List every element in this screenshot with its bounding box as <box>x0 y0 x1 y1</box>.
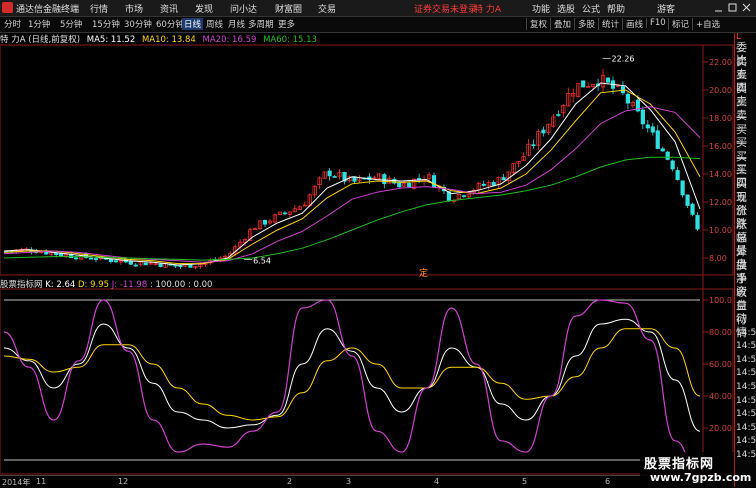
candle-body <box>178 265 183 267</box>
date-label: 5 <box>522 477 528 486</box>
candle-body <box>88 257 94 260</box>
osc-d-value: D: 9.95 <box>78 280 110 290</box>
marker-label: 定 <box>419 267 428 279</box>
candle-body <box>625 93 631 104</box>
candle-body <box>327 170 332 177</box>
candle-body <box>670 160 675 170</box>
candle-body <box>59 253 64 257</box>
quote-label: 14:5 <box>736 395 756 406</box>
candle-body <box>531 144 536 147</box>
osc-line-k <box>3 318 701 432</box>
candle-body <box>690 203 695 215</box>
candle-body <box>461 195 466 197</box>
osc-tick-label: 40.00 <box>709 392 732 401</box>
watermark-url: www.7gpzb.com <box>650 471 752 484</box>
oscillator-header: 股票指标网 K: 2.64 D: 9.95 J: -11.98 : 100.00… <box>0 278 212 290</box>
price-tick-label: 16.00 <box>709 142 732 151</box>
quote-label: 14:5 <box>736 409 756 420</box>
price-tick-label: 18.00 <box>709 114 732 123</box>
osc-levels: : 100.00 : 0.00 <box>149 280 213 290</box>
candle-body <box>397 182 402 188</box>
watermark-title: 股票指标网 <box>644 457 715 472</box>
osc-tick-label: 60.00 <box>709 360 732 369</box>
price-tick-label: 8.00 <box>709 254 727 263</box>
candle-body <box>54 252 59 256</box>
candle-body <box>645 124 650 129</box>
oscillator-name: 股票指标网 <box>0 280 43 290</box>
price-panel-frame <box>0 44 734 276</box>
close-icon[interactable] <box>742 3 751 12</box>
date-label: 3 <box>346 477 352 486</box>
candle-body <box>501 177 506 181</box>
candle-body <box>685 194 690 206</box>
quote-label: 14:5 <box>736 436 756 447</box>
price-tick-label: 12.00 <box>709 198 732 207</box>
date-axis: 2014年 11 12 2 3 4 5 6 <box>0 475 734 488</box>
candle-body <box>407 182 412 188</box>
candle-body <box>695 215 700 230</box>
date-label: 6 <box>605 477 611 486</box>
date-label: 2 <box>287 477 293 486</box>
price-tick-label: 14.00 <box>709 170 732 179</box>
osc-line-d <box>3 328 701 421</box>
candle-body <box>108 259 113 262</box>
candle-body <box>332 176 337 178</box>
candle-body <box>431 175 437 188</box>
osc-tick-label: 80.00 <box>709 328 732 337</box>
candle-body <box>556 114 561 116</box>
ma-line-ma60 <box>3 156 701 261</box>
candle-body <box>665 151 670 160</box>
candle-body <box>128 260 133 265</box>
candle-body <box>640 109 645 125</box>
candle-body <box>262 219 268 225</box>
quote-label: 14:5 <box>736 450 756 460</box>
chart-area[interactable]: 22.0020.0018.0016.0014.0012.0010.008.00 … <box>0 0 734 475</box>
quote-panel: L 委比 卖五 卖四 卖三 卖二 卖一 买一 买二 买三 买四 买五 现价 涨跌 涨幅 总量 外盘 换手 净资 收益… <box>734 33 756 487</box>
candle-body <box>481 183 486 186</box>
candle-body <box>491 182 496 186</box>
date-label: 11 <box>36 477 47 486</box>
candle-body <box>382 174 387 185</box>
candle-body <box>113 260 118 263</box>
candle-body <box>650 126 655 133</box>
quote-label: 14:5 <box>736 422 756 433</box>
candle-body <box>660 148 665 152</box>
low-price-label: 6.54 <box>253 256 271 265</box>
candle-body <box>581 80 586 88</box>
price-tick-label: 20.00 <box>709 86 732 95</box>
osc-tick-label: 20.00 <box>709 424 732 433</box>
date-label: 4 <box>434 477 440 486</box>
candle-body <box>417 177 422 180</box>
candle-body <box>143 262 148 266</box>
candle-body <box>158 263 163 267</box>
quote-label: 14:5 <box>736 368 756 379</box>
candle-body <box>541 129 546 134</box>
osc-panel-frame <box>0 288 734 475</box>
candle-body <box>282 212 287 215</box>
quote-label: 14:5 <box>736 341 756 352</box>
candle-body <box>605 77 611 83</box>
candle-body <box>680 180 685 196</box>
watermark: 股票指标网 www.7gpzb.com <box>640 452 751 487</box>
candle-body <box>133 264 138 267</box>
ma-line-ma20 <box>3 106 701 263</box>
price-tick-label: 10.00 <box>709 226 732 235</box>
candle-body <box>655 130 660 149</box>
candle-body <box>93 258 99 260</box>
quote-label: 14:5 <box>736 327 756 338</box>
osc-j-value: J: -11.98 <box>111 280 148 290</box>
date-label: 2014年 <box>2 478 31 487</box>
price-tick-label: 22.00 <box>709 58 732 67</box>
ma-line-ma5 <box>3 82 701 266</box>
high-price-label: 22.26 <box>612 54 635 63</box>
osc-tick-label: 100.0 <box>709 296 732 305</box>
candle-body <box>73 257 79 260</box>
candle-body <box>392 179 397 184</box>
osc-k-value: K: 2.64 <box>45 280 76 290</box>
quote-label: 14:5 <box>736 382 756 392</box>
date-label: 12 <box>118 477 129 486</box>
quote-label: 14:5 <box>736 354 756 365</box>
candle-body <box>675 170 680 180</box>
